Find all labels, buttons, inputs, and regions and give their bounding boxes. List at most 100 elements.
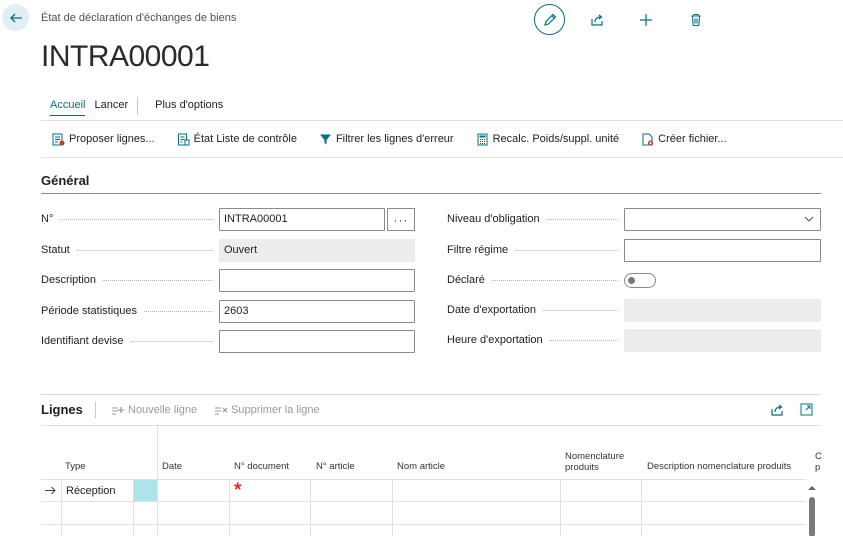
- arrow-right-icon: [45, 486, 56, 495]
- grid-row-divider: [41, 524, 806, 525]
- share-button[interactable]: [587, 10, 607, 30]
- description-label-text: Description: [41, 274, 97, 286]
- toggle-knob: [628, 277, 635, 284]
- filter-error-lines-label: Filtrer les lignes d'erreur: [335, 133, 454, 145]
- grid-scrollbar[interactable]: [806, 480, 818, 536]
- no-label-text: N°: [41, 213, 54, 225]
- column-header-tariff-line1: Nomenclature: [565, 451, 625, 462]
- grid-column-divider: [560, 479, 561, 536]
- tabs-divider: [41, 120, 843, 121]
- create-file-icon: [642, 133, 654, 145]
- obligation-select[interactable]: [624, 208, 821, 231]
- export-time-label-text: Heure d'exportation: [447, 334, 543, 346]
- trash-icon: [691, 13, 701, 26]
- column-header-tariff-description[interactable]: Description nomenclature produits: [647, 461, 791, 472]
- row-indicator[interactable]: [45, 486, 56, 498]
- currency-input[interactable]: [219, 330, 415, 353]
- label-leader: [144, 310, 213, 312]
- new-line-button[interactable]: Nouvelle ligne: [111, 404, 197, 416]
- checklist-report-button[interactable]: État Liste de contrôle: [177, 133, 297, 146]
- column-header-item-no[interactable]: N° article: [316, 461, 355, 472]
- calculator-icon: [477, 133, 488, 145]
- label-leader: [60, 218, 213, 220]
- report-icon: [177, 133, 190, 145]
- grid-row-divider: [41, 501, 806, 502]
- no-field-label: N°: [41, 213, 219, 225]
- label-leader: [515, 249, 618, 251]
- export-date-value: [624, 299, 821, 322]
- actionbar-divider: [41, 157, 843, 158]
- status-value: Ouvert: [219, 239, 415, 262]
- scroll-up-icon: [808, 486, 816, 490]
- delete-line-label: Supprimer la ligne: [231, 404, 320, 416]
- currency-field-label: Identifiant devise: [41, 335, 219, 347]
- export-date-field-label: Date d'exportation: [447, 304, 624, 316]
- tab-lancer[interactable]: Lancer: [94, 96, 137, 116]
- grid-column-divider: [310, 479, 311, 536]
- delete-line-icon: [215, 407, 228, 414]
- regime-input[interactable]: [624, 239, 821, 262]
- suggest-lines-button[interactable]: Proposer lignes...: [52, 133, 155, 146]
- export-date-label-text: Date d'exportation: [447, 304, 536, 316]
- grid-column-divider: [157, 426, 158, 536]
- no-input[interactable]: INTRA00001: [219, 208, 385, 231]
- label-leader: [546, 218, 618, 220]
- regime-field-label: Filtre régime: [447, 244, 624, 256]
- lines-share-button[interactable]: [770, 403, 784, 419]
- back-button[interactable]: [2, 4, 29, 31]
- currency-label-text: Identifiant devise: [41, 335, 124, 347]
- action-tabs: Accueil Lancer Plus d'options: [41, 96, 232, 116]
- label-leader: [103, 279, 213, 281]
- column-header-type[interactable]: Type: [65, 461, 86, 472]
- create-file-button[interactable]: Créer fichier...: [641, 133, 727, 146]
- lines-expand-button[interactable]: [800, 403, 813, 419]
- chevron-down-icon: [804, 216, 814, 222]
- pencil-icon: [543, 13, 556, 26]
- declared-toggle[interactable]: [624, 273, 656, 288]
- plus-icon: [640, 13, 652, 26]
- obligation-label-text: Niveau d'obligation: [447, 213, 540, 225]
- lines-toolbar-divider: [95, 402, 96, 418]
- arrow-left-icon: [9, 13, 22, 22]
- period-field-label: Période statistiques: [41, 305, 219, 317]
- new-button[interactable]: [636, 10, 656, 30]
- suggest-lines-label: Proposer lignes...: [69, 133, 155, 145]
- section-divider: [41, 193, 821, 194]
- scrollbar-thumb[interactable]: [809, 497, 815, 536]
- tab-accueil[interactable]: Accueil: [50, 96, 86, 116]
- period-input[interactable]: 2603: [219, 300, 415, 323]
- status-field-label: Statut: [41, 244, 219, 256]
- edit-button[interactable]: [534, 4, 565, 35]
- description-field-label: Description: [41, 274, 219, 286]
- column-header-date[interactable]: Date: [162, 461, 182, 472]
- section-title-lines: Lignes: [41, 402, 83, 417]
- filter-icon: [319, 134, 331, 144]
- table-cell-type[interactable]: Réception: [66, 485, 116, 497]
- declared-field-label: Déclaré: [447, 274, 624, 286]
- delete-line-button[interactable]: Supprimer la ligne: [214, 404, 320, 416]
- required-field-indicator: *: [234, 480, 242, 501]
- checklist-report-label: État Liste de contrôle: [193, 133, 297, 145]
- action-bar: Proposer lignes... État Liste de contrôl…: [52, 129, 749, 149]
- lines-header-divider: [41, 425, 821, 426]
- label-leader: [76, 249, 213, 251]
- table-cell-selected[interactable]: [134, 480, 157, 501]
- tab-plus-options[interactable]: Plus d'options: [146, 96, 232, 116]
- export-time-value: [624, 329, 821, 352]
- no-assist-button[interactable]: ···: [387, 208, 415, 231]
- description-input[interactable]: [219, 269, 415, 292]
- column-header-truncated[interactable]: C p: [815, 451, 822, 473]
- export-time-field-label: Heure d'exportation: [447, 334, 624, 346]
- column-header-tariff-no[interactable]: Nomenclature produits: [565, 451, 624, 473]
- grid-column-divider: [61, 479, 62, 536]
- grid-column-divider: [641, 479, 642, 536]
- column-header-truncated-line1: C: [815, 451, 822, 462]
- column-header-item-name[interactable]: Nom article: [397, 461, 445, 472]
- obligation-field-label: Niveau d'obligation: [447, 213, 624, 225]
- column-header-document-no[interactable]: N° document: [234, 461, 289, 472]
- regime-label-text: Filtre régime: [447, 244, 509, 256]
- recalc-weight-button[interactable]: Recalc. Poids/suppl. unité: [476, 133, 619, 146]
- filter-error-lines-button[interactable]: Filtrer les lignes d'erreur: [319, 133, 454, 146]
- page-toolbar: [534, 4, 706, 35]
- delete-button[interactable]: [686, 10, 706, 30]
